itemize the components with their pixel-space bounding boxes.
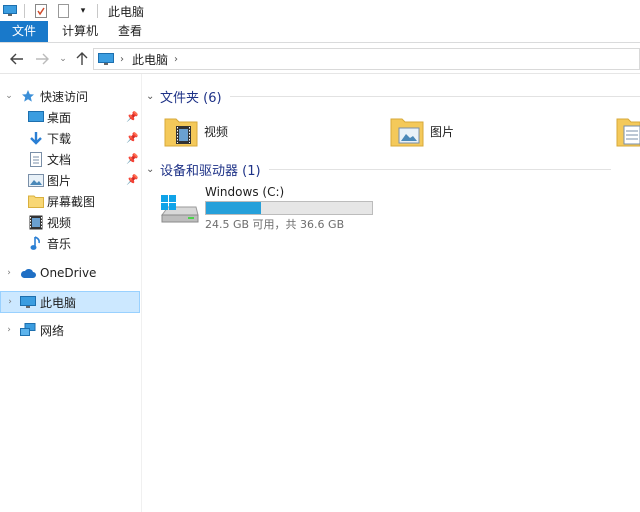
folder-tile-pictures[interactable]: 图片 (390, 111, 454, 151)
address-bar[interactable]: › 此电脑 › (93, 48, 640, 70)
separator (97, 4, 98, 18)
pane-divider[interactable] (141, 74, 142, 512)
expand-chevron-icon[interactable]: › (4, 325, 14, 335)
pin-icon[interactable]: 📌 (126, 112, 138, 123)
folder-name: 视频 (204, 124, 229, 139)
section-divider (268, 168, 611, 170)
forward-arrow-icon[interactable] (33, 50, 51, 68)
download-icon (28, 130, 44, 146)
pin-icon[interactable]: 📌 (126, 175, 138, 186)
drive-tile-c[interactable]: Windows (C:) 24.5 GB 可用，共 36.6 GB (160, 183, 390, 233)
ribbon-tabs: 文件 计算机 查看 (0, 21, 640, 43)
expand-chevron-icon[interactable]: › (5, 297, 15, 307)
drive-free-space: 24.5 GB 可用，共 36.6 GB (205, 218, 345, 231)
window-title: 此电脑 (108, 4, 145, 19)
recent-locations-chevron-icon[interactable]: ⌄ (54, 50, 72, 68)
documents-folder-icon (616, 114, 640, 148)
nav-label: 图片 (47, 173, 72, 188)
music-icon (28, 235, 44, 251)
pictures-folder-icon (390, 114, 424, 148)
expand-chevron-icon[interactable]: › (4, 268, 14, 278)
expand-chevron-icon[interactable]: ⌄ (4, 91, 14, 101)
video-folder-icon (164, 114, 198, 148)
nav-label: 此电脑 (40, 295, 77, 310)
section-title: 设备和驱动器 (1) (160, 163, 261, 179)
folder-icon (28, 193, 44, 209)
breadcrumb-this-pc[interactable]: 此电脑 (132, 51, 168, 68)
nav-label: 视频 (47, 215, 72, 230)
nav-item-videos[interactable]: 视频 (0, 211, 140, 233)
nav-label: 快速访问 (40, 89, 89, 104)
computer-icon (20, 294, 36, 310)
nav-quick-access[interactable]: ⌄ 快速访问 (0, 85, 140, 107)
drive-usage-fill (206, 202, 261, 214)
nav-label: 网络 (40, 323, 65, 338)
windows-drive-icon (160, 193, 200, 225)
drive-usage-bar (205, 201, 373, 215)
devices-section-header[interactable]: ⌄ 设备和驱动器 (1) (146, 159, 611, 179)
navigation-bar: ⌄ › 此电脑 › (0, 44, 640, 74)
nav-item-pictures[interactable]: 图片 📌 (0, 169, 140, 191)
nav-this-pc[interactable]: › 此电脑 (0, 291, 140, 313)
drive-name: Windows (C:) (205, 185, 285, 199)
folder-tile-videos[interactable]: 视频 (164, 111, 228, 151)
nav-item-downloads[interactable]: 下载 📌 (0, 127, 140, 149)
tab-view[interactable]: 查看 (110, 21, 150, 42)
pictures-icon (28, 172, 44, 188)
new-folder-icon[interactable] (55, 3, 71, 19)
document-icon (28, 151, 44, 167)
nav-label: 音乐 (47, 236, 72, 251)
collapse-chevron-icon[interactable]: ⌄ (146, 164, 158, 175)
folder-tile-partial[interactable] (616, 111, 640, 151)
network-icon (20, 322, 36, 338)
tab-file[interactable]: 文件 (0, 21, 48, 42)
nav-label: 下载 (47, 131, 72, 146)
nav-item-music[interactable]: 音乐 (0, 232, 140, 254)
separator (24, 4, 25, 18)
pin-icon[interactable]: 📌 (126, 133, 138, 144)
breadcrumb-chevron-icon[interactable]: › (120, 54, 124, 65)
collapse-chevron-icon[interactable]: ⌄ (146, 91, 158, 102)
customize-dropdown-icon[interactable]: ▾ (75, 3, 91, 19)
navigation-pane: ⌄ 快速访问 桌面 📌 下载 📌 文档 📌 图片 📌 屏幕截图 视频 音乐 › … (0, 82, 140, 512)
section-title: 文件夹 (6) (160, 90, 222, 106)
properties-icon[interactable] (33, 3, 49, 19)
nav-item-screenshots[interactable]: 屏幕截图 (0, 190, 140, 212)
section-divider (229, 95, 640, 97)
desktop-icon (28, 109, 44, 125)
video-icon (28, 214, 44, 230)
nav-onedrive[interactable]: › OneDrive (0, 262, 140, 284)
computer-icon (98, 52, 114, 66)
pin-icon[interactable]: 📌 (126, 154, 138, 165)
nav-label: 桌面 (47, 110, 72, 125)
title-bar: ▾ 此电脑 (0, 0, 640, 22)
folder-name: 图片 (430, 124, 455, 139)
nav-item-documents[interactable]: 文档 📌 (0, 148, 140, 170)
folders-section-header[interactable]: ⌄ 文件夹 (6) (146, 86, 640, 106)
computer-icon[interactable] (2, 3, 18, 19)
breadcrumb-chevron-icon[interactable]: › (174, 54, 178, 65)
nav-item-desktop[interactable]: 桌面 📌 (0, 106, 140, 128)
nav-label: OneDrive (40, 266, 97, 280)
nav-label: 文档 (47, 152, 72, 167)
cloud-icon (20, 265, 36, 281)
star-icon (20, 88, 36, 104)
up-arrow-icon[interactable] (73, 50, 91, 68)
back-arrow-icon[interactable] (8, 50, 26, 68)
nav-network[interactable]: › 网络 (0, 319, 140, 341)
nav-label: 屏幕截图 (47, 194, 96, 209)
tab-computer[interactable]: 计算机 (56, 21, 104, 42)
